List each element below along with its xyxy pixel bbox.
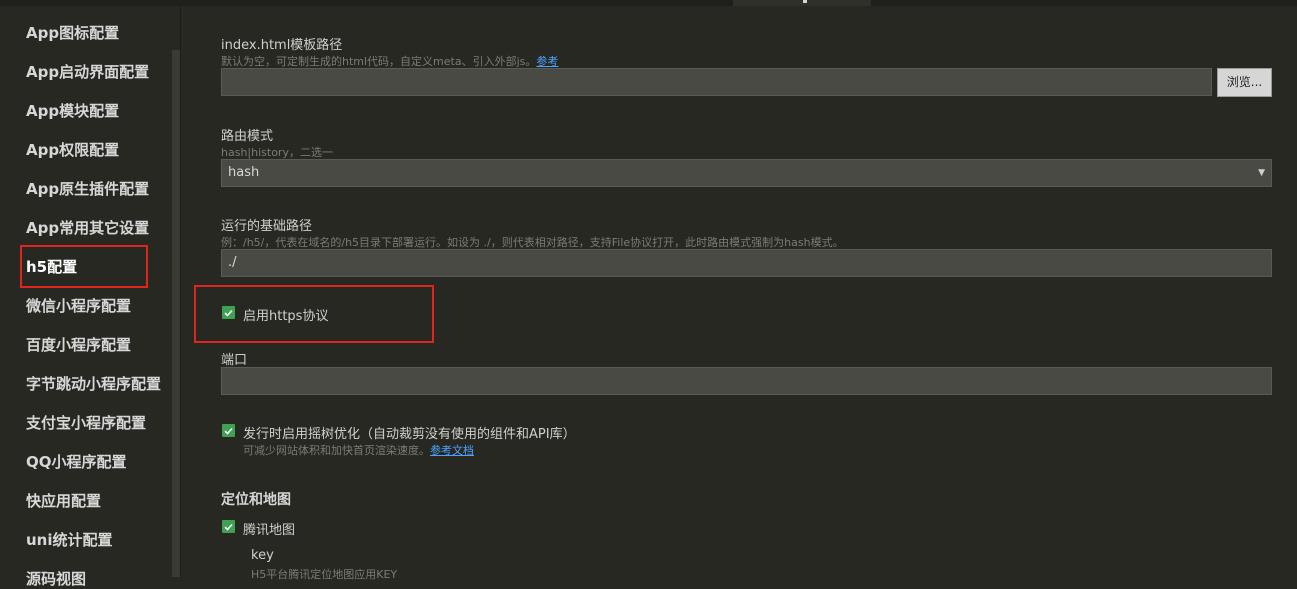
sidebar-item-app-other[interactable]: App常用其它设置 xyxy=(26,217,149,238)
map-section-title: 定位和地图 xyxy=(221,492,291,508)
sidebar-item-toutiao[interactable]: 字节跳动小程序配置 xyxy=(26,373,161,394)
template-path-input[interactable] xyxy=(221,68,1212,96)
treeshaking-label: 发行时启用摇树优化（自动裁剪没有使用的组件和API库） xyxy=(243,427,576,442)
router-label: 路由模式 xyxy=(221,129,274,144)
sidebar-item-uni-stat[interactable]: uni统计配置 xyxy=(26,529,113,550)
port-input[interactable] xyxy=(221,367,1272,395)
browse-button[interactable]: 浏览... xyxy=(1217,68,1272,97)
sidebar-item-app-native-plugins[interactable]: App原生插件配置 xyxy=(26,178,149,199)
top-tab-bar xyxy=(0,0,1297,6)
check-icon xyxy=(224,523,233,531)
base-path-input[interactable]: ./ xyxy=(221,249,1272,277)
tab-indicator xyxy=(803,0,807,3)
treeshaking-hint-link[interactable]: 参考文档 xyxy=(430,444,474,457)
sidebar-item-weixin[interactable]: 微信小程序配置 xyxy=(26,295,131,316)
map-key-hint: H5平台腾讯定位地图应用KEY xyxy=(251,568,398,581)
highlight-h5-item xyxy=(20,245,148,288)
treeshaking-hint-text: 可减少网站体积和加快首页渲染速度。 xyxy=(243,444,430,457)
sidebar-item-qq[interactable]: QQ小程序配置 xyxy=(26,451,127,472)
tencent-map-label: 腾讯地图 xyxy=(243,523,296,538)
port-label: 端口 xyxy=(221,353,248,368)
treeshaking-checkbox[interactable] xyxy=(222,424,235,437)
tencent-map-checkbox[interactable] xyxy=(222,520,235,533)
sidebar-item-source-view[interactable]: 源码视图 xyxy=(26,568,86,589)
template-label: index.html模板路径 xyxy=(221,38,343,53)
router-hint: hash|history，二选一 xyxy=(221,146,333,159)
router-mode-value: hash xyxy=(228,165,260,180)
base-label: 运行的基础路径 xyxy=(221,219,313,234)
https-checkbox[interactable] xyxy=(222,306,235,319)
active-tab[interactable] xyxy=(733,0,871,6)
sidebar-item-app-icon[interactable]: App图标配置 xyxy=(26,22,119,43)
template-hint: 默认为空，可定制生成的html代码，自定义meta、引入外部js。参考 xyxy=(221,53,558,69)
template-hint-text: 默认为空，可定制生成的html代码，自定义meta、引入外部js。 xyxy=(221,55,537,68)
sidebar-item-quickapp[interactable]: 快应用配置 xyxy=(26,490,101,511)
sidebar-item-baidu[interactable]: 百度小程序配置 xyxy=(26,334,131,355)
map-key-label: key xyxy=(251,548,274,563)
sidebar-scrollbar[interactable] xyxy=(172,50,180,577)
base-hint: 例：/h5/，代表在域名的/h5目录下部署运行。如设为 ./，则代表相对路径，支… xyxy=(221,236,844,249)
sidebar-item-app-splash[interactable]: App启动界面配置 xyxy=(26,61,149,82)
chevron-down-icon: ▼ xyxy=(1258,168,1265,178)
https-label: 启用https协议 xyxy=(243,309,329,324)
check-icon xyxy=(224,427,233,435)
router-mode-select[interactable]: hash ▼ xyxy=(221,159,1272,187)
check-icon xyxy=(224,309,233,317)
sidebar-item-app-modules[interactable]: App模块配置 xyxy=(26,100,119,121)
sidebar: App图标配置 App启动界面配置 App模块配置 App权限配置 App原生插… xyxy=(0,6,180,588)
template-hint-link[interactable]: 参考 xyxy=(536,55,558,68)
treeshaking-hint: 可减少网站体积和加快首页渲染速度。参考文档 xyxy=(243,442,474,458)
sidebar-item-alipay[interactable]: 支付宝小程序配置 xyxy=(26,412,146,433)
sidebar-item-app-permissions[interactable]: App权限配置 xyxy=(26,139,119,160)
sidebar-divider xyxy=(180,6,181,577)
